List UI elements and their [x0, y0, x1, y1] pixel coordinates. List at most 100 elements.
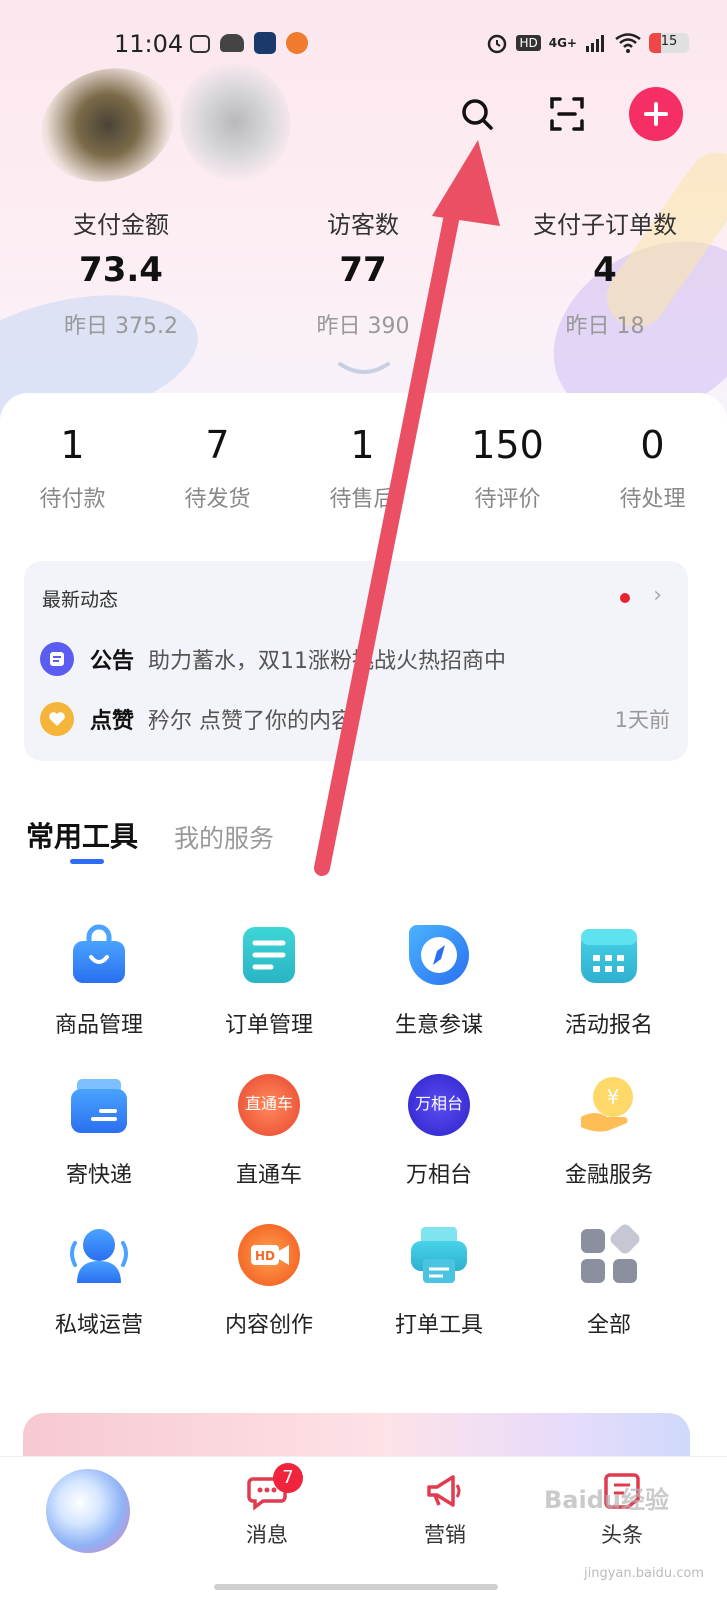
nav-messages[interactable]: 7 消息: [217, 1463, 317, 1549]
tool-business-advisor[interactable]: 生意参谋: [354, 923, 524, 1039]
news-text: 矜尔 点赞了你的内容: [148, 709, 354, 734]
stat-value: 77: [339, 250, 387, 290]
order-count: 7: [205, 423, 230, 467]
main-card: 1 待付款 7 待发货 1 待售后 150 待评价 0 待处理 最新动态 › 公…: [0, 393, 727, 1473]
chevron-right-icon[interactable]: ›: [653, 583, 662, 608]
tool-label: 商品管理: [54, 1013, 143, 1038]
news-panel[interactable]: 最新动态 › 公告 助力蓄水，双11涨粉挑战火热招商中 点赞 矜尔 点赞了你的内…: [24, 561, 688, 761]
messages-badge: 7: [273, 1463, 303, 1493]
tab-my-services[interactable]: 我的服务: [174, 819, 274, 855]
tool-label: 活动报名: [564, 1013, 653, 1038]
news-tag: 点赞: [90, 709, 135, 734]
order-pending-review[interactable]: 150 待评价: [435, 423, 580, 513]
nav-label: 营销: [424, 1523, 466, 1547]
tool-order-management[interactable]: 订单管理: [184, 923, 354, 1039]
stat-sub-orders[interactable]: 支付子订单数 4 昨日 18: [484, 205, 726, 340]
news-item[interactable]: 点赞 矜尔 点赞了你的内容 1天前: [40, 699, 670, 739]
heart-icon: [40, 702, 74, 736]
watermark: Baidu经验: [544, 1486, 669, 1514]
order-pending-shipment[interactable]: 7 待发货: [145, 423, 290, 513]
alarm-icon: [488, 34, 507, 54]
battery-level: 15: [660, 34, 678, 49]
add-button[interactable]: [629, 87, 683, 141]
order-label: 待付款: [39, 487, 106, 512]
tool-tabs: 常用工具 我的服务: [26, 815, 274, 864]
order-list-icon: [243, 927, 295, 983]
home-indicator[interactable]: [214, 1584, 498, 1590]
search-icon: [462, 99, 493, 130]
tool-express-shipping[interactable]: 寄快递: [14, 1073, 184, 1189]
order-pending-handle[interactable]: 0 待处理: [580, 423, 725, 513]
hd-camera-text: HD: [255, 1249, 275, 1263]
tool-zhitongche[interactable]: 直通车 直通车: [184, 1073, 354, 1189]
header-actions: [449, 86, 683, 142]
tool-content-creation[interactable]: HD 内容创作: [184, 1223, 354, 1339]
stats-summary: 支付金额 73.4 昨日 375.2 访客数 77 昨日 390 支付子订单数 …: [0, 205, 727, 340]
tab-common-tools[interactable]: 常用工具: [26, 815, 138, 864]
tv-icon: [190, 35, 210, 53]
tool-activity-signup[interactable]: 活动报名: [524, 923, 694, 1039]
coin-hand-icon: ¥: [581, 1077, 633, 1132]
svg-text:¥: ¥: [607, 1085, 620, 1109]
plus-icon: [644, 102, 668, 126]
mascot-home-button[interactable]: [46, 1469, 130, 1553]
announcement-icon: [40, 642, 74, 676]
tool-product-management[interactable]: 商品管理: [14, 923, 184, 1039]
orange-app-icon: [286, 32, 308, 54]
hd-indicator: HD: [516, 35, 541, 51]
network-indicator: 4G+: [548, 36, 577, 50]
tool-grid: 商品管理 订单管理 生意参谋 活动报名 寄快递 直通车 直通车 万相台 万相台 …: [14, 923, 714, 1339]
tool-label: 内容创作: [224, 1313, 313, 1338]
tool-label: 直通车: [235, 1163, 302, 1188]
wanxiangtai-logo-text: 万相台: [415, 1094, 463, 1113]
stat-payment-amount[interactable]: 支付金额 73.4 昨日 375.2: [0, 205, 242, 340]
news-tag: 公告: [90, 649, 135, 674]
nav-label: 头条: [601, 1523, 643, 1547]
tool-label: 打单工具: [394, 1313, 483, 1338]
stat-label: 支付子订单数: [533, 211, 677, 239]
news-text: 助力蓄水，双11涨粉挑战火热招商中: [148, 649, 507, 674]
tool-private-domain[interactable]: 私域运营: [14, 1223, 184, 1339]
shop-avatar-area[interactable]: [20, 49, 304, 200]
stat-label: 支付金额: [73, 211, 169, 239]
status-time: 11:04: [114, 30, 184, 58]
notification-icons: [190, 32, 308, 54]
status-right: HD 4G+ 15: [486, 32, 689, 54]
news-item[interactable]: 公告 助力蓄水，双11涨粉挑战火热招商中: [40, 639, 670, 679]
stat-value: 4: [593, 250, 617, 290]
order-after-sales[interactable]: 1 待售后: [290, 423, 435, 513]
hd-camera-icon: HD: [238, 1224, 300, 1286]
tool-label: 全部: [586, 1313, 631, 1338]
app-icon: [254, 32, 276, 54]
nav-label: 消息: [246, 1523, 288, 1547]
order-count: 150: [471, 423, 544, 467]
news-title: 最新动态: [42, 589, 119, 611]
tool-financial-services[interactable]: ¥ 金融服务: [524, 1073, 694, 1189]
calendar-icon: [581, 929, 637, 983]
stat-visitors[interactable]: 访客数 77 昨日 390: [242, 205, 484, 340]
grid-icon: [581, 1224, 640, 1283]
order-pending-payment[interactable]: 1 待付款: [0, 423, 145, 513]
expand-chevron-icon[interactable]: [336, 360, 392, 378]
wifi-icon: [615, 33, 641, 53]
tool-label: 万相台: [405, 1163, 472, 1188]
unread-dot: [620, 593, 630, 603]
cow-icon: [220, 34, 244, 52]
printer-icon: [411, 1227, 467, 1283]
order-count: 1: [60, 423, 85, 467]
nav-marketing[interactable]: 营销: [395, 1471, 495, 1549]
search-button[interactable]: [449, 86, 505, 142]
stat-yesterday: 昨日 375.2: [64, 314, 178, 339]
stat-label: 访客数: [327, 211, 399, 239]
compass-icon: [409, 925, 469, 985]
tool-wanxiangtai[interactable]: 万相台 万相台: [354, 1073, 524, 1189]
order-label: 待评价: [474, 487, 541, 512]
wanxiangtai-icon: 万相台: [408, 1074, 470, 1136]
signal-icon: [586, 35, 604, 52]
tool-print-orders[interactable]: 打单工具: [354, 1223, 524, 1339]
scan-button[interactable]: [539, 86, 595, 142]
box-icon: [71, 1079, 127, 1133]
order-label: 待售后: [329, 487, 396, 512]
order-label: 待处理: [619, 487, 686, 512]
tool-all[interactable]: 全部: [524, 1223, 694, 1339]
